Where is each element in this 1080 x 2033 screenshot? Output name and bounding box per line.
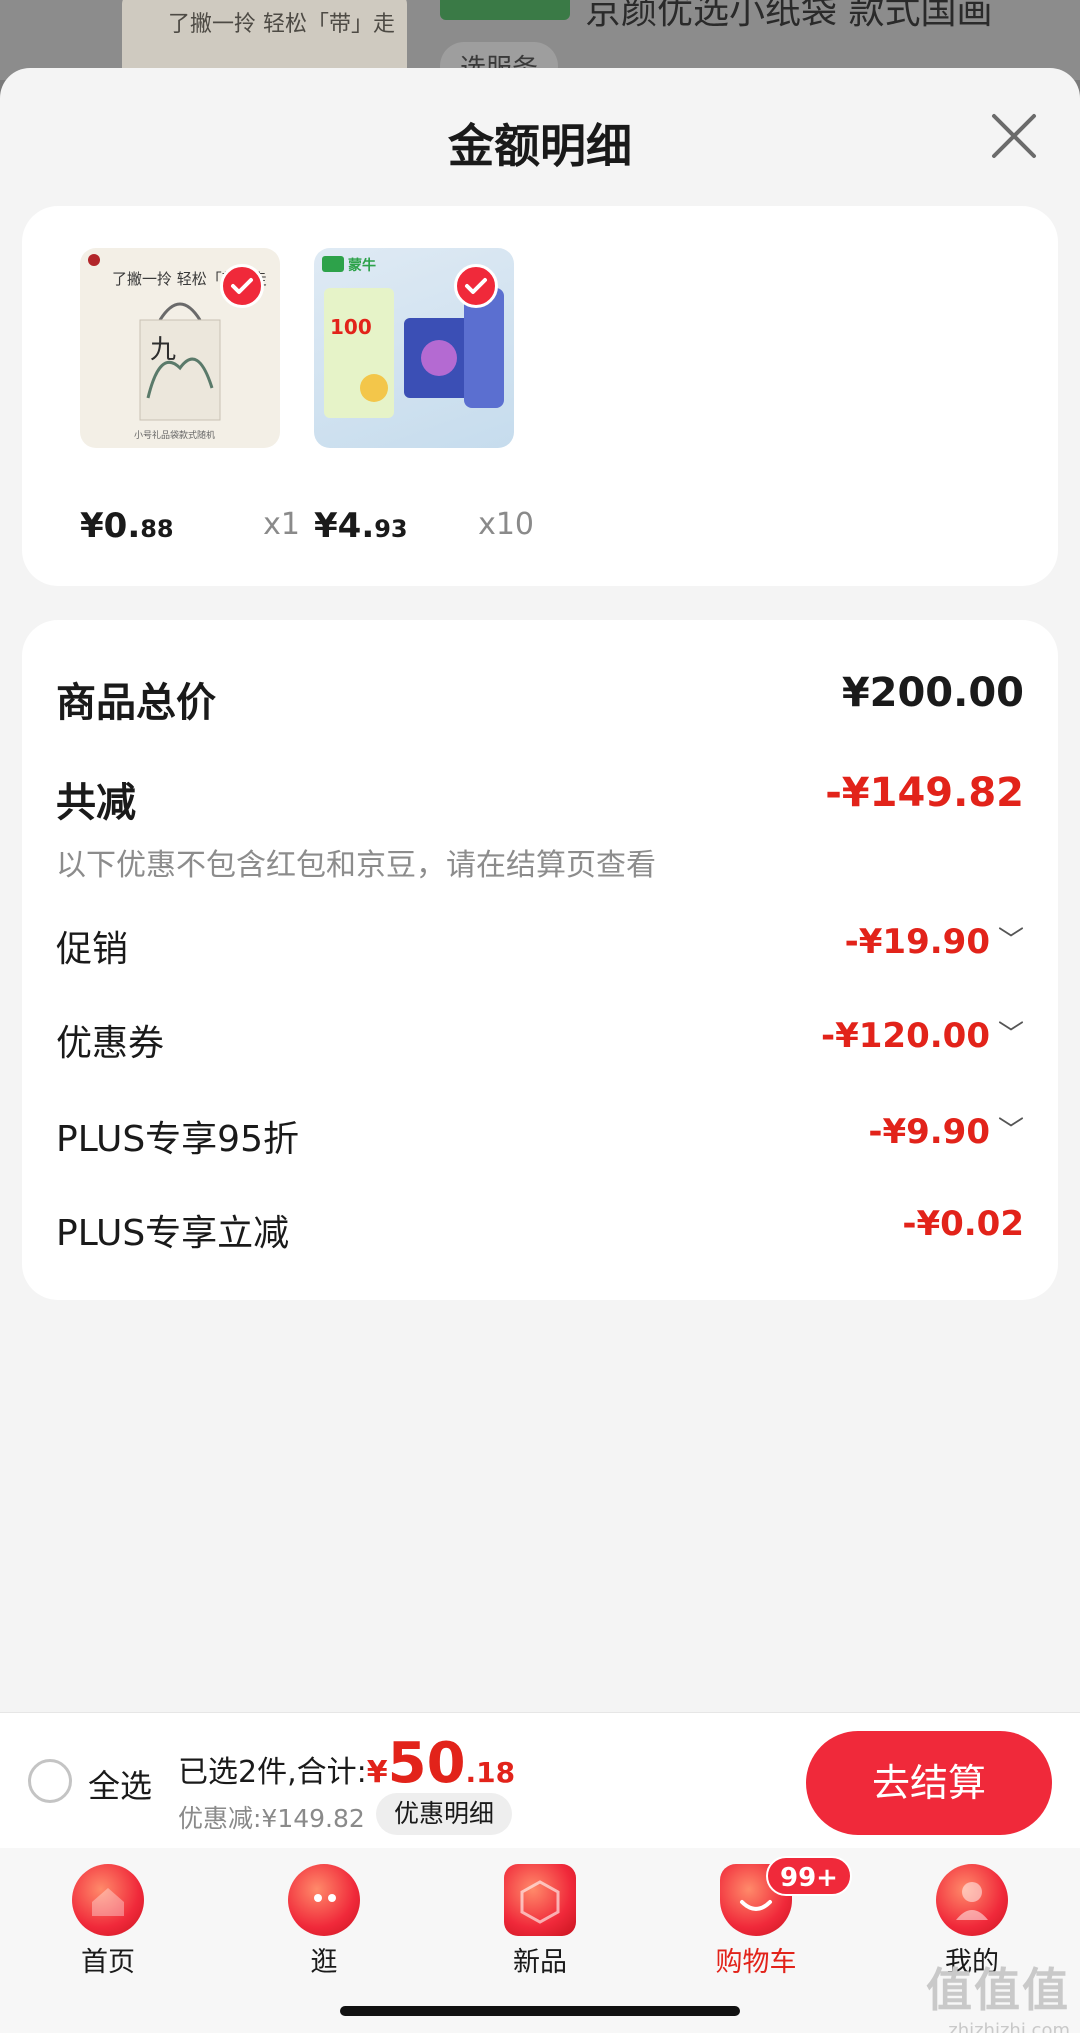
background-tag <box>440 0 570 20</box>
background-thumb-text: 了撇一拎 轻松「带」走 <box>168 12 395 37</box>
select-all-radio[interactable] <box>28 1759 72 1803</box>
reduction-note: 以下优惠不包含红包和京豆，请在结算页查看 <box>56 848 656 883</box>
bottom-tab-bar: 首页 逛 新品 购物车 99+ 我的 值值值 zhizhizhi.com <box>0 1848 1080 2033</box>
discount-value: -¥19.90 <box>844 922 990 962</box>
total-amount-integer: 50 <box>387 1731 466 1796</box>
new-products-icon[interactable] <box>504 1864 576 1936</box>
chevron-down-icon[interactable]: ﹀ <box>998 920 1024 957</box>
total-price-value: ¥200.00 <box>841 670 1024 716</box>
selection-summary: 已选2件,合计:¥50.18 <box>178 1731 515 1796</box>
background-product-title: 京颜优选小纸袋 款式国画 <box>585 0 993 32</box>
watermark-logo: 值值值 <box>926 1963 1070 2017</box>
product-price-row: ¥0.88 x1 <box>80 496 300 546</box>
product-price: ¥0.88 <box>80 506 174 546</box>
close-icon[interactable] <box>988 110 1040 162</box>
tab-label: 购物车 <box>715 1947 797 1978</box>
discount-value: -¥120.00 <box>821 1016 990 1056</box>
product-price: ¥4.93 <box>314 506 408 546</box>
product-image-brand: 蒙牛 <box>348 257 376 274</box>
watermark-url: zhizhizhi.com <box>948 2020 1070 2033</box>
product-item[interactable]: 了撇一拎 轻松「带」走 九 小号礼品袋款式随机 <box>80 248 280 448</box>
total-amount-decimal: .18 <box>465 1756 516 1789</box>
tab-label: 新品 <box>513 1947 567 1978</box>
discount-label: 优惠券 <box>56 1023 165 1064</box>
home-indicator <box>340 2006 740 2016</box>
tab-home[interactable]: 首页 <box>38 1864 178 1979</box>
amount-detail-sheet: 金额明细 了撇一拎 轻松「带」走 九 小号礼品袋款式随机 ¥0.88 x1 蒙牛… <box>0 68 1080 2033</box>
total-reduction-label: 共减 <box>56 780 136 826</box>
discount-label: 促销 <box>56 929 129 970</box>
selected-products-card: 了撇一拎 轻松「带」走 九 小号礼品袋款式随机 ¥0.88 x1 蒙牛 100 … <box>22 206 1058 586</box>
product-image[interactable]: 蒙牛 100 <box>314 248 514 448</box>
product-price-row: ¥4.93 x10 <box>314 496 534 546</box>
watermark: 值值值 zhizhizhi.com <box>926 1954 1070 2033</box>
tab-new[interactable]: 新品 <box>470 1864 610 1979</box>
discount-value: -¥9.90 <box>868 1112 990 1152</box>
selected-check-icon[interactable] <box>220 264 264 308</box>
discount-label: PLUS专享立减 <box>56 1213 290 1254</box>
svg-text:九: 九 <box>150 335 176 365</box>
product-image-caption: 小号礼品袋款式随机 <box>134 429 215 441</box>
total-currency: ¥ <box>366 1755 388 1790</box>
profile-icon[interactable] <box>936 1864 1008 1936</box>
discount-label: PLUS专享95折 <box>56 1119 299 1160</box>
select-all-label[interactable]: 全选 <box>88 1761 152 1807</box>
home-icon[interactable] <box>72 1864 144 1936</box>
product-image-promo: 100 <box>330 315 372 339</box>
checkout-button[interactable]: 去结算 <box>806 1731 1052 1835</box>
checkout-bar: 全选 已选2件,合计:¥50.18 优惠减:¥149.82 优惠明细 去结算 <box>0 1712 1080 1848</box>
product-item[interactable]: 蒙牛 100 <box>314 248 514 448</box>
total-price-label: 商品总价 <box>56 680 216 726</box>
tab-browse[interactable]: 逛 <box>254 1864 394 1979</box>
chevron-down-icon[interactable]: ﹀ <box>998 1014 1024 1051</box>
cart-badge: 99+ <box>766 1856 852 1896</box>
chevron-down-icon[interactable]: ﹀ <box>998 1110 1024 1147</box>
selected-check-icon[interactable] <box>454 264 498 308</box>
discount-summary: 优惠减:¥149.82 <box>178 1804 365 1833</box>
close-button[interactable] <box>988 110 1040 162</box>
total-reduction-value: -¥149.82 <box>825 770 1024 816</box>
tab-label: 逛 <box>310 1947 338 1978</box>
discount-value: -¥0.02 <box>902 1204 1024 1244</box>
product-image[interactable]: 了撇一拎 轻松「带」走 九 小号礼品袋款式随机 <box>80 248 280 448</box>
sheet-title: 金额明细 <box>448 119 632 173</box>
selected-count-text: 已选2件,合计: <box>178 1755 367 1790</box>
price-breakdown-card: 商品总价 ¥200.00 共减 -¥149.82 以下优惠不包含红包和京豆，请在… <box>22 620 1058 1300</box>
browse-icon[interactable] <box>288 1864 360 1936</box>
discount-detail-button[interactable]: 优惠明细 <box>376 1793 513 1835</box>
product-quantity: x10 <box>478 507 534 542</box>
product-quantity: x1 <box>263 507 300 542</box>
tab-label: 首页 <box>81 1947 135 1978</box>
